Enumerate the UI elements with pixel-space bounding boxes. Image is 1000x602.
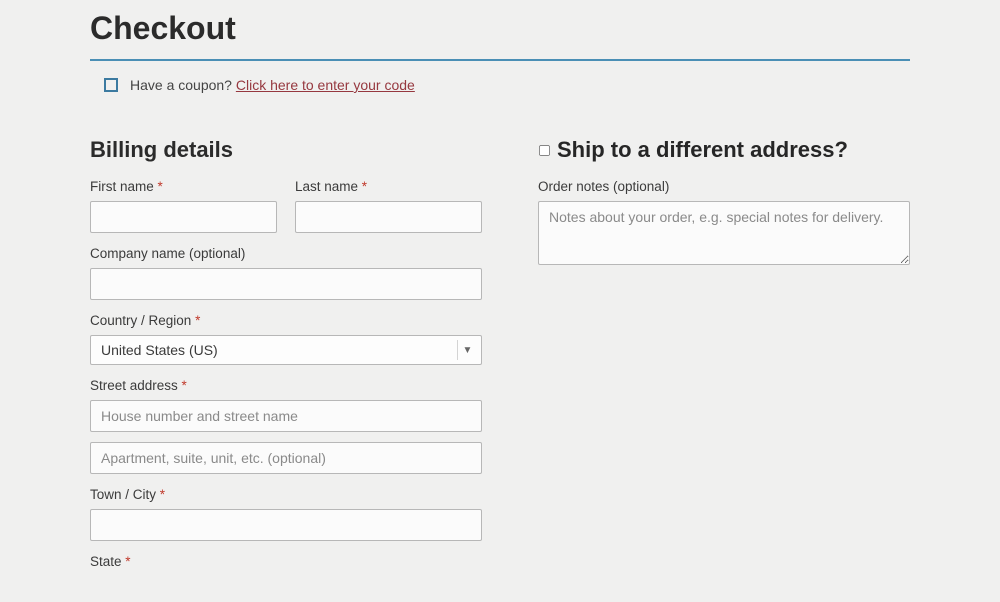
page-title: Checkout — [90, 10, 910, 61]
city-label-text: Town / City — [90, 487, 160, 502]
order-notes-field[interactable] — [538, 201, 910, 265]
street-address-field-1[interactable] — [90, 400, 482, 432]
coupon-notice: Have a coupon? Click here to enter your … — [104, 75, 910, 109]
state-label: State * — [90, 554, 482, 569]
chevron-down-icon: ▼ — [457, 340, 477, 360]
street-address-field-2[interactable] — [90, 442, 482, 474]
city-field[interactable] — [90, 509, 482, 541]
required-icon: * — [160, 487, 165, 502]
coupon-icon — [104, 78, 118, 92]
first-name-field[interactable] — [90, 201, 277, 233]
country-label-text: Country / Region — [90, 313, 195, 328]
last-name-label-text: Last name — [295, 179, 362, 194]
first-name-label: First name * — [90, 179, 277, 194]
required-icon: * — [195, 313, 200, 328]
state-label-text: State — [90, 554, 125, 569]
coupon-prompt: Have a coupon? — [130, 77, 236, 93]
last-name-field[interactable] — [295, 201, 482, 233]
country-selected-value: United States (US) — [101, 342, 218, 358]
required-icon: * — [158, 179, 163, 194]
ship-different-checkbox[interactable] — [539, 144, 550, 155]
ship-heading: Ship to a different address? — [557, 137, 848, 163]
street-label: Street address * — [90, 378, 482, 393]
city-label: Town / City * — [90, 487, 482, 502]
order-notes-label: Order notes (optional) — [538, 179, 910, 194]
billing-heading: Billing details — [90, 137, 482, 163]
coupon-link[interactable]: Click here to enter your code — [236, 77, 415, 93]
last-name-label: Last name * — [295, 179, 482, 194]
company-label: Company name (optional) — [90, 246, 482, 261]
required-icon: * — [125, 554, 130, 569]
first-name-label-text: First name — [90, 179, 158, 194]
street-label-text: Street address — [90, 378, 182, 393]
country-label: Country / Region * — [90, 313, 482, 328]
company-field[interactable] — [90, 268, 482, 300]
country-select[interactable]: United States (US) ▼ — [90, 335, 482, 365]
required-icon: * — [182, 378, 187, 393]
coupon-label: Have a coupon? Click here to enter your … — [130, 77, 415, 93]
required-icon: * — [362, 179, 367, 194]
